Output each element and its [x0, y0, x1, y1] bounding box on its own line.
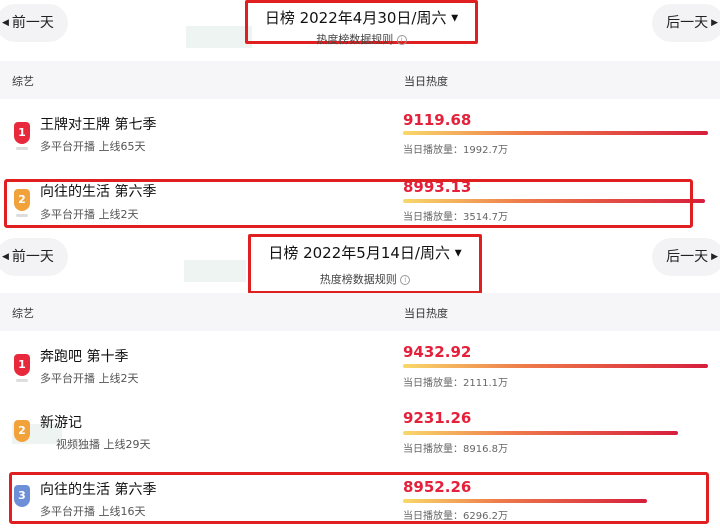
row-highlight-box: [4, 179, 693, 228]
data-rules-link[interactable]: 热度榜数据规则 i: [248, 31, 475, 47]
play-count: 当日播放量：8916.8万: [403, 444, 508, 455]
next-day-label: 后一天: [666, 249, 709, 265]
caret-down-icon: ▼: [451, 13, 459, 24]
caret-down-icon: ▼: [454, 248, 462, 259]
date-selector[interactable]: 日榜 2022年5月14日/周六 ▼: [251, 242, 479, 263]
table-header: 综艺 当日热度: [0, 293, 720, 331]
show-info: 多平台开播 上线2天: [40, 372, 139, 385]
heat-bar: [403, 131, 708, 135]
triangle-right-icon: ▶: [711, 252, 718, 262]
prev-day-button[interactable]: ◀ 前一天: [0, 4, 68, 42]
table-header: 综艺 当日热度: [0, 61, 720, 99]
date-selector-box: 日榜 2022年5月14日/周六 ▼ 热度榜数据规则 i: [248, 234, 482, 294]
data-rules-link[interactable]: 热度榜数据规则 i: [251, 271, 479, 287]
show-name: 王牌对王牌 第七季: [40, 117, 157, 133]
badge-shadow: [16, 147, 28, 150]
col-category: 综艺: [12, 75, 34, 88]
col-heat: 当日热度: [404, 75, 448, 88]
blurred-patch: [186, 26, 252, 48]
ranking-panel-may14: ◀ 前一天 后一天 ▶ 日榜 2022年5月14日/周六 ▼ 热度榜数据规则 i…: [0, 232, 720, 527]
row-highlight-box: [9, 472, 709, 524]
rank-badge: 2: [14, 420, 30, 442]
date-title: 日榜 2022年5月14日/周六: [268, 244, 450, 262]
heat-value: 9432.92: [403, 343, 472, 361]
info-icon: i: [400, 275, 411, 285]
show-info: 视频独播 上线29天: [56, 438, 151, 451]
prev-day-label: 前一天: [11, 15, 54, 31]
rank-badge: 1: [14, 122, 30, 144]
heat-bar: [403, 364, 708, 368]
col-heat: 当日热度: [404, 307, 448, 320]
blurred-patch: [184, 260, 246, 282]
heat-value: 9231.26: [403, 409, 472, 427]
heat-bar: [403, 431, 678, 435]
show-info: 多平台开播 上线65天: [40, 140, 146, 153]
data-rules-label: 热度榜数据规则: [319, 273, 397, 286]
rank-badge: 1: [14, 354, 30, 376]
table-row[interactable]: 2 新游记 视频独播 上线29天 9231.26 当日播放量：8916.8万: [0, 404, 720, 462]
col-category: 综艺: [12, 307, 34, 320]
data-rules-label: 热度榜数据规则: [316, 33, 394, 46]
next-day-label: 后一天: [666, 15, 709, 31]
ranking-panel-apr30: ◀ 前一天 后一天 ▶ 日榜 2022年4月30日/周六 ▼ 热度榜数据规则 i…: [0, 0, 720, 232]
next-day-button[interactable]: 后一天 ▶: [652, 238, 720, 276]
show-name: 奔跑吧 第十季: [40, 349, 129, 365]
play-count: 当日播放量：2111.1万: [403, 378, 508, 389]
triangle-left-icon: ◀: [2, 18, 9, 28]
table-row[interactable]: 1 奔跑吧 第十季 多平台开播 上线2天 9432.92 当日播放量：2111.…: [0, 338, 720, 396]
triangle-left-icon: ◀: [2, 252, 9, 262]
prev-day-label: 前一天: [11, 249, 54, 265]
heat-value: 9119.68: [403, 111, 472, 129]
badge-shadow: [16, 379, 28, 382]
date-selector[interactable]: 日榜 2022年4月30日/周六 ▼: [248, 7, 475, 28]
triangle-right-icon: ▶: [711, 18, 718, 28]
next-day-button[interactable]: 后一天 ▶: [652, 4, 720, 42]
table-row[interactable]: 1 王牌对王牌 第七季 多平台开播 上线65天 9119.68 当日播放量：19…: [0, 106, 720, 164]
date-title: 日榜 2022年4月30日/周六: [264, 9, 447, 27]
show-name: 新游记: [40, 415, 82, 431]
play-count: 当日播放量：1992.7万: [403, 145, 508, 156]
date-selector-box: 日榜 2022年4月30日/周六 ▼ 热度榜数据规则 i: [245, 0, 478, 47]
prev-day-button[interactable]: ◀ 前一天: [0, 238, 68, 276]
info-icon: i: [396, 35, 407, 45]
